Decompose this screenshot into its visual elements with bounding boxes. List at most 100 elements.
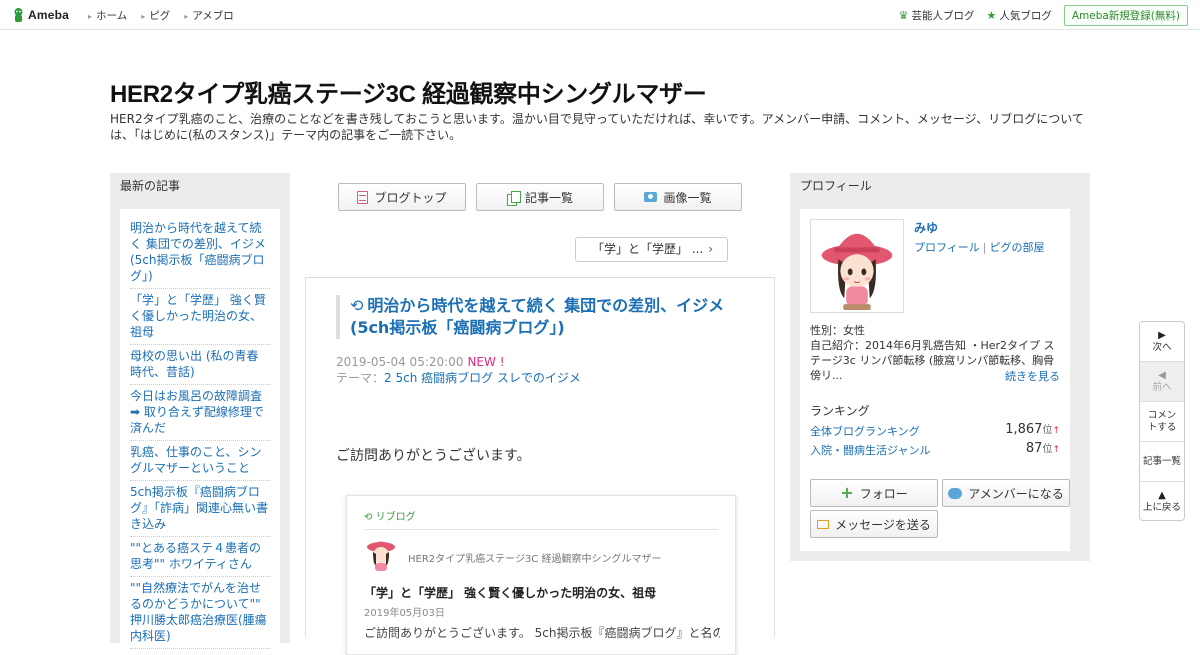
follow-label: フォロー [859,486,908,501]
chat-bubble-icon [948,487,963,499]
send-message-button[interactable]: メッセージを送る [810,510,938,538]
avatar [367,541,395,571]
celebrity-blog-link[interactable]: ♛ 芸能人ブログ [899,8,975,23]
reblog-excerpt: ご訪問ありがとうございます。 5ch掲示板『癌闘病ブログ』と名の [364,626,720,640]
rank-up-icon: ↑ [1052,445,1060,455]
profile-panel: みゆ プロフィール | ピグの部屋 性別：女性 自己紹介：2014年6月乳癌告知 ・… [800,209,1070,551]
theme-label: テーマ： [336,371,385,385]
ranking-heading: ランキング [810,404,870,418]
recent-post-item[interactable]: ""自然療法でがんを治せるのかどうかについて"" 押川勝太郎癌治療医(腫瘍内科医… [130,577,270,649]
envelope-icon [817,519,830,529]
reblog-card-header: ⟲ リブログ [364,508,718,530]
article: ⟲ 明治から時代を越えて続く 集団での差別、イジメ(5ch掲示板「癌闘病ブログ」)… [305,277,775,655]
global-header: Ameba ホーム ピグ アメブロ ♛ 芸能人ブログ ★ 人気ブログ Ameba… [0,0,1200,30]
profile-link[interactable]: プロフィール [914,241,980,254]
ranking-row: 入院・闘病生活ジャンル 87位↑ [810,440,1060,458]
play-right-icon: ▶ [1158,329,1166,341]
image-list-button[interactable]: 画像一覧 [614,183,742,211]
article-title[interactable]: ⟲ 明治から時代を越えて続く 集団での差別、イジメ(5ch掲示板「癌闘病ブログ」) [336,295,741,339]
blog-top-button[interactable]: ブログトップ [338,183,466,211]
article-list-label: 記事一覧 [524,190,573,205]
recent-post-item[interactable]: 今日はお風呂の故障調査➡ 取り合えず配線修理で済んだ [130,385,270,441]
prev-article-button[interactable]: ◀ 前へ [1140,362,1184,402]
reblog-date: 2019年05月03日 [364,608,445,619]
copy-list-icon [506,190,521,206]
ranking-number: 87 [1025,441,1043,456]
comment-button[interactable]: コメントする [1140,402,1184,442]
ameba-mascot-icon [14,8,23,22]
image-list-label: 画像一覧 [663,190,712,205]
send-message-label: メッセージを送る [835,517,931,532]
pigg-room-link[interactable]: ピグの部屋 [990,241,1045,254]
recent-post-item[interactable]: 母校の思い出 (私の青春時代、昔話) [130,345,270,385]
comment-label: コメントする [1147,409,1177,433]
profile-name[interactable]: みゆ [914,219,938,236]
ranking-row: 全体ブログランキング 1,867位↑ [810,422,1060,439]
blog-nav-buttons: ブログトップ 記事一覧 画像一覧 [338,183,742,211]
recent-post-item[interactable]: 乳癌、仕事のこと、シングルマザーということ [130,441,270,481]
recent-posts-list-panel: 明治から時代を越えて続く 集団での差別、イジメ(5ch掲示板「癌闘病ブログ」) … [120,209,280,649]
rank-up-icon: ↑ [1052,426,1060,436]
next-label: 次へ [1152,341,1172,353]
new-badge: NEW ! [467,355,505,369]
plus-icon: + [840,483,854,502]
document-icon [357,190,369,204]
blog-top-label: ブログトップ [374,190,447,205]
back-to-top-button[interactable]: ▲ 上に戻る [1140,482,1184,520]
recent-post-item[interactable]: ""とある癌ステ４患者の思考"" ホワイティさん [130,537,270,577]
reblog-label: リブログ [375,512,416,523]
camera-icon [644,192,658,202]
list-label: 記事一覧 [1142,455,1181,467]
article-list-button[interactable]: 記事一覧 [476,183,604,211]
blog-description: HER2タイプ乳癌のこと、治療のことなどを書き残しておこうと思います。温かい目で… [110,112,1084,142]
nav-ameblo[interactable]: アメブロ [184,8,233,23]
article-body-text: ご訪問ありがとうございます。 [336,448,531,464]
star-icon: ★ [986,9,997,22]
profile-avatar[interactable] [810,219,904,313]
nav-pigg[interactable]: ピグ [141,8,170,23]
article-meta: 2019-05-04 05:20:00 NEW ! テーマ：2 5ch 癌闘病ブロ… [336,354,581,386]
global-nav: ホーム ピグ アメブロ [88,8,234,23]
separator: | [982,241,987,254]
profile-heading: プロフィール [800,179,872,193]
read-more-link[interactable]: 続きを見る [1005,368,1060,384]
reblog-icon: ⟲ [350,296,364,315]
reblog-title: 「学」と「学歴」 強く賢く優しかった明治の女、祖母 [364,586,657,600]
global-right-links: ♛ 芸能人ブログ ★ 人気ブログ Ameba新規登録(無料) [899,5,1188,26]
recent-post-item[interactable]: 5ch掲示板『癌闘病ブログ』「詐病」関連心無い書き込み [130,481,270,537]
article-title-text: 明治から時代を越えて続く 集団での差別、イジメ(5ch掲示板「癌闘病ブログ」) [350,296,725,337]
ameba-logo[interactable]: Ameba [12,6,69,24]
next-article-button[interactable]: ▶ 次へ [1140,322,1184,362]
article-list-float-button[interactable]: 記事一覧 [1140,442,1184,482]
chevron-right-icon: › [708,242,713,256]
ranking-unit: 位 [1042,444,1053,455]
crown-icon: ♛ [898,9,909,22]
reblog-small-icon: ⟲ [364,512,373,523]
ranking-label[interactable]: 全体ブログランキング [810,425,920,438]
follow-button[interactable]: + フォロー [810,479,938,507]
amember-label: アメンバーになる [968,486,1064,501]
profile-links: プロフィール | ピグの部屋 [914,239,1045,255]
amember-button[interactable]: アメンバーになる [942,479,1070,507]
reblog-card[interactable]: ⟲ リブログ HER2タイプ乳癌ステージ3C 経過観察中シングルマザー 「学」と… [346,495,736,655]
logo-text: Ameba [28,8,70,22]
nav-home[interactable]: ホーム [88,8,127,23]
ranking-value: 87位↑ [1026,440,1060,456]
blog-title[interactable]: HER2タイプ乳癌ステージ3C 経過観察中シングルマザー [110,74,707,109]
play-left-icon: ◀ [1158,369,1166,381]
profile-sidebar: プロフィール みゆ プロフィール | ピグの部屋 性別：女性 自己紹介：2014年6… [790,173,1090,561]
next-post-label: 「学」と「学歴」 ... [592,242,704,256]
popular-blog-link[interactable]: ★ 人気ブログ [986,8,1051,23]
ranking-number: 1,867 [1005,422,1043,437]
ranking-unit: 位 [1042,425,1053,436]
recent-post-item[interactable]: 明治から時代を越えて続く 集団での差別、イジメ(5ch掲示板「癌闘病ブログ」) [130,217,270,289]
recent-post-item[interactable]: 「学」と「学歴」 強く賢く優しかった明治の女、祖母 [130,289,270,345]
popular-blog-label: 人気ブログ [999,10,1052,22]
profile-gender: 性別：女性 [810,324,865,337]
recent-posts-heading: 最新の記事 [120,179,181,193]
article-datetime: 2019-05-04 05:20:00 [336,355,464,369]
next-post-button[interactable]: 「学」と「学歴」 ... › [575,237,728,262]
ranking-label[interactable]: 入院・闘病生活ジャンル [810,444,930,457]
theme-link[interactable]: 2 5ch 癌闘病ブログ スレでのイジメ [384,371,581,385]
register-button[interactable]: Ameba新規登録(無料) [1063,5,1188,26]
